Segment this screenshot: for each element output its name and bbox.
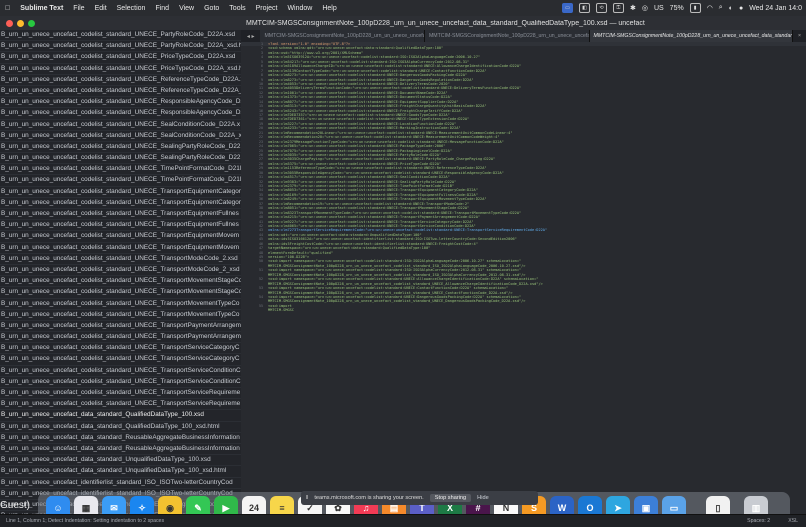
sidebar-file-item[interactable]: B_urn_un_unece_uncefact_codelist_standar…: [0, 131, 241, 142]
battery-percent: 75%: [669, 4, 684, 12]
sidebar-file-item[interactable]: B_urn_un_unece_uncefact_codelist_standar…: [0, 287, 241, 299]
bluetooth-icon[interactable]: ✱: [630, 4, 636, 12]
sidebar-file-item[interactable]: B_urn_un_unece_uncefact_codelist_standar…: [0, 97, 241, 109]
tab-file-1[interactable]: MMTCIM-SMGSConsignmentNote_100pD228_urn_…: [260, 30, 425, 42]
hide-banner-button[interactable]: Hide: [477, 495, 489, 501]
tab-scroll-arrows-icon[interactable]: ◂ ▸: [241, 33, 260, 40]
sidebar-file-item[interactable]: B_urn_un_unece_uncefact_codelist_standar…: [0, 388, 241, 400]
display-icon[interactable]: ◧: [578, 3, 590, 13]
sidebar-file-item[interactable]: B_urn_un_unece_uncefact_codelist_standar…: [0, 276, 241, 288]
sidebar-file-item[interactable]: B_urn_un_unece_uncefact_codelist_standar…: [0, 120, 241, 131]
sidebar-file-item[interactable]: B_urn_un_unece_uncefact_codelist_standar…: [0, 254, 241, 265]
menu-help[interactable]: Help: [322, 5, 336, 12]
menu-view[interactable]: View: [179, 5, 194, 12]
code-line[interactable]: MMTCIM-SMGSC: [241, 308, 806, 312]
close-window-button[interactable]: [6, 19, 13, 27]
spotlight-icon[interactable]: ⌕: [719, 4, 723, 12]
sidebar-file-item[interactable]: B_urn_un_unece_uncefact_codelist_standar…: [0, 377, 241, 388]
zoom-window-button[interactable]: [28, 19, 35, 27]
menu-project[interactable]: Project: [256, 5, 278, 12]
sidebar-file-item[interactable]: B_urn_un_unece_uncefact_codelist_standar…: [0, 265, 241, 277]
sidebar-file-item[interactable]: B_urn_un_unece_uncefact_data_standard_Un…: [0, 466, 241, 478]
sidebar-file-item[interactable]: B_urn_un_unece_uncefact_data_standard_Re…: [0, 433, 241, 444]
sidebar-file-item[interactable]: B_urn_un_unece_uncefact_codelist_standar…: [0, 75, 241, 86]
sidebar-file-item[interactable]: B_urn_un_unece_uncefact_codelist_standar…: [0, 310, 241, 321]
menu-clock[interactable]: Wed 24 Jan 14:0: [749, 5, 802, 12]
sidebar-file-item[interactable]: B_urn_un_unece_uncefact_codelist_standar…: [0, 142, 241, 154]
code-editor[interactable]: 1 <?xml version="1.0" encoding="UTF-8"?> 2…: [241, 42, 806, 514]
sidebar-file-item[interactable]: B_urn_un_unece_uncefact_codelist_standar…: [0, 231, 241, 243]
menu-app-name[interactable]: Sublime Text: [20, 5, 63, 12]
menu-find[interactable]: Find: [155, 5, 169, 12]
status-bar: Line 1, Column 1; Detect Indentation: Se…: [0, 514, 806, 527]
apple-icon[interactable]: : [5, 5, 10, 12]
sidebar-file-item[interactable]: B_urn_un_unece_uncefact_codelist_standar…: [0, 220, 241, 232]
sidebar-file-item[interactable]: B_urn_un_unece_uncefact_codelist_standar…: [0, 64, 241, 75]
wifi-icon[interactable]: ◠: [707, 4, 713, 12]
input-us-icon[interactable]: US: [654, 5, 664, 12]
status-icons: ▭ ◧ ⟲ ⚿ ✱ ◎ US 75% ▮ ◠ ⌕ ◐ ● Wed 24 Jan …: [561, 3, 806, 13]
sidebar-file-item[interactable]: B_urn_un_unece_uncefact_codelist_standar…: [0, 243, 241, 254]
syntax-setting[interactable]: XSL: [788, 518, 806, 524]
screen-share-icon[interactable]: ▭: [561, 3, 573, 13]
sidebar-file-item[interactable]: B_urn_un_unece_uncefact_codelist_standar…: [0, 164, 241, 176]
tab-file-active[interactable]: MMTCIM-SMGSConsignmentNote_100pD228_urn_…: [589, 30, 793, 42]
stop-sharing-button[interactable]: Stop sharing: [429, 494, 472, 502]
keychain-icon[interactable]: ⚿: [612, 3, 624, 13]
guest-label: Guest): [0, 500, 31, 511]
screen-sharing-banner: ‖ teams.microsoft.com is sharing your sc…: [301, 491, 538, 505]
sidebar-file-item[interactable]: B_urn_un_unece_uncefact_codelist_standar…: [0, 175, 241, 187]
sidebar-file-item[interactable]: B_urn_un_unece_uncefact_codelist_standar…: [0, 108, 241, 120]
window-title: MMTCIM-SMGSConsignmentNote_100pD228_urn_…: [246, 19, 645, 27]
time-machine-icon[interactable]: ⟲: [595, 3, 607, 13]
sidebar-file-item[interactable]: B_urn_un_unece_uncefact_codelist_standar…: [0, 399, 241, 411]
menu-bar:  Sublime Text File Edit Selection Find …: [0, 0, 806, 16]
menu-goto[interactable]: Goto: [204, 5, 219, 12]
sidebar-file-item[interactable]: B_urn_un_unece_uncefact_data_standard_Qu…: [0, 410, 241, 422]
sidebar-file-item[interactable]: B_urn_un_unece_uncefact_codelist_standar…: [0, 321, 241, 333]
sidebar-file-item[interactable]: B_urn_un_unece_uncefact_codelist_standar…: [0, 209, 241, 221]
minimize-window-button[interactable]: [17, 19, 24, 27]
sidebar-file-item[interactable]: B_urn_un_unece_uncefact_codelist_standar…: [0, 153, 241, 165]
sidebar-file-item[interactable]: B_urn_un_unece_uncefact_data_standard_Qu…: [0, 422, 241, 433]
menu-window[interactable]: Window: [287, 5, 312, 12]
status-message: Line 1, Column 1; Detect Indentation: Se…: [6, 518, 165, 524]
sidebar-file-item[interactable]: B_urn_un_unece_uncefact_codelist_standar…: [0, 41, 241, 53]
line-content: MMTCIM-SMGSC: [268, 308, 294, 313]
sidebar-file-item[interactable]: B_urn_un_unece_uncefact_data_standard_Re…: [0, 444, 241, 456]
sidebar-file-item[interactable]: B_urn_un_unece_uncefact_codelist_standar…: [0, 332, 241, 344]
sidebar-file-item[interactable]: B_urn_un_unece_uncefact_codelist_standar…: [0, 187, 241, 198]
indentation-setting[interactable]: Spaces: 2: [747, 518, 788, 524]
sidebar-file-item[interactable]: B_urn_un_unece_uncefact_identifierlist_s…: [0, 478, 241, 489]
antivirus-icon[interactable]: ◎: [642, 4, 648, 12]
sidebar-file-list[interactable]: B_urn_un_unece_uncefact_codelist_standar…: [0, 30, 241, 514]
tab-bar: ◂ ▸ MMTCIM-SMGSConsignmentNote_100pD228_…: [241, 30, 806, 42]
menu-file[interactable]: File: [73, 5, 84, 12]
window-titlebar: MMTCIM-SMGSConsignmentNote_100pD228_urn_…: [0, 16, 806, 31]
menu-selection[interactable]: Selection: [117, 5, 146, 12]
sidebar-file-item[interactable]: B_urn_un_unece_uncefact_codelist_standar…: [0, 30, 241, 42]
sidebar-file-item[interactable]: B_urn_un_unece_uncefact_codelist_standar…: [0, 354, 241, 366]
sidebar-file-item[interactable]: B_urn_un_unece_uncefact_codelist_standar…: [0, 299, 241, 310]
menu-edit[interactable]: Edit: [95, 5, 107, 12]
sidebar-file-item[interactable]: B_urn_un_unece_uncefact_codelist_standar…: [0, 343, 241, 355]
menu-tools[interactable]: Tools: [229, 5, 245, 12]
tab-file-2[interactable]: MMTCIM-SMGSConsignmentNote_100pD228_urn_…: [424, 30, 590, 42]
control-center-icon[interactable]: ◐: [729, 5, 733, 12]
traffic-lights: [0, 19, 246, 27]
sidebar-file-item[interactable]: B_urn_un_unece_uncefact_codelist_standar…: [0, 52, 241, 64]
sidebar-file-item[interactable]: B_urn_un_unece_uncefact_codelist_standar…: [0, 366, 241, 377]
sidebar-file-item[interactable]: B_urn_un_unece_uncefact_codelist_standar…: [0, 86, 241, 98]
battery-icon[interactable]: ▮: [689, 3, 701, 13]
siri-icon[interactable]: ●: [739, 5, 743, 12]
sharing-message: teams.microsoft.com is sharing your scre…: [314, 495, 424, 501]
sidebar-file-item[interactable]: B_urn_un_unece_uncefact_data_standard_Un…: [0, 455, 241, 467]
pause-icon: ‖: [306, 495, 309, 501]
sidebar-file-item[interactable]: B_urn_un_unece_uncefact_codelist_standar…: [0, 198, 241, 209]
close-tab-icon[interactable]: ×: [793, 33, 806, 39]
